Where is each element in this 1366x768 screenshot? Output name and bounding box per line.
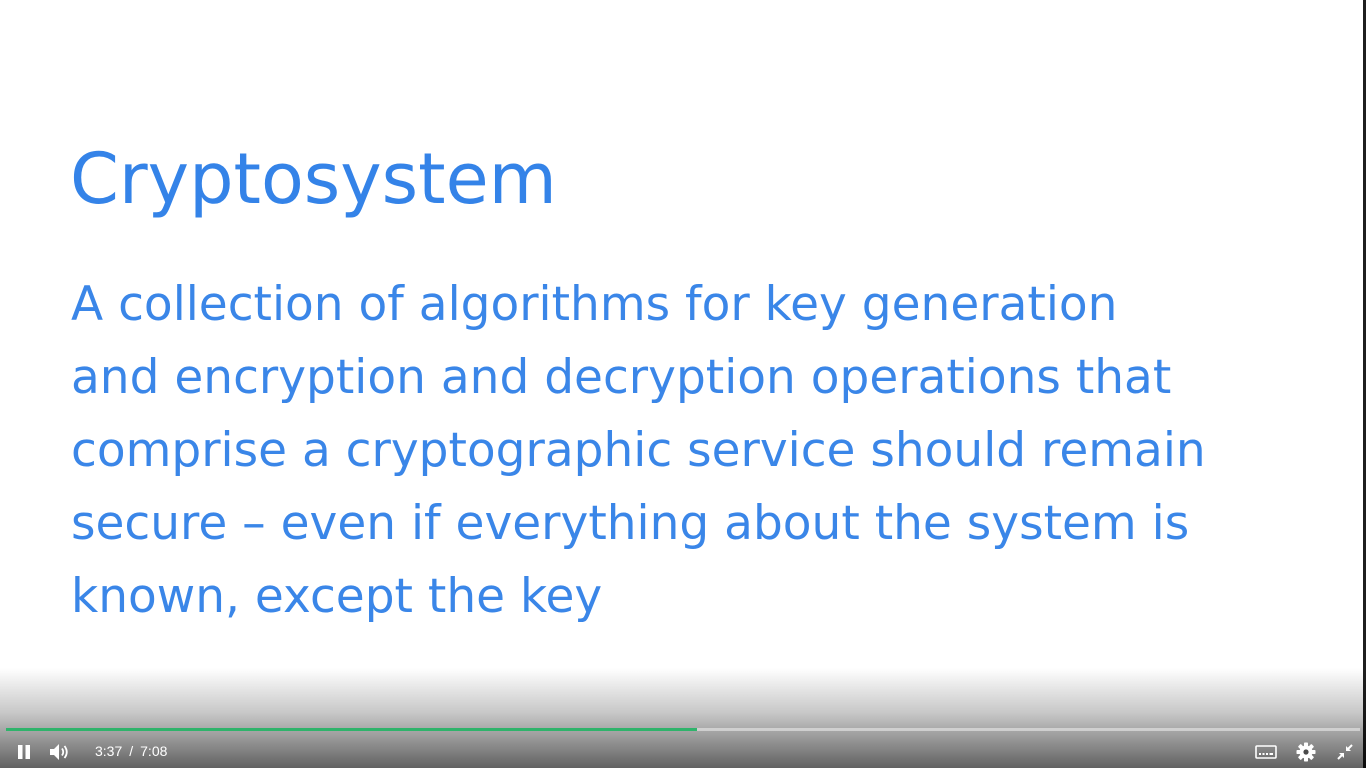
exit-fullscreen-icon [1336, 743, 1354, 761]
settings-button[interactable] [1293, 740, 1319, 764]
captions-icon [1255, 744, 1277, 760]
slide-body-line: and encryption and decryption operations… [71, 350, 1172, 405]
video-player[interactable]: Cryptosystem A collection of algorithms … [0, 0, 1366, 768]
exit-fullscreen-button[interactable] [1332, 740, 1358, 764]
time-display: 3:37 / 7:08 [95, 742, 167, 760]
volume-icon [49, 743, 71, 761]
pause-button[interactable] [11, 740, 37, 764]
video-frame: Cryptosystem A collection of algorithms … [0, 0, 1363, 768]
slide-body-line: comprise a cryptographic service should … [71, 423, 1206, 478]
current-time: 3:37 [95, 743, 123, 759]
slide-body-line: A collection of algorithms for key gener… [71, 277, 1118, 332]
slide-title: Cryptosystem [70, 138, 557, 220]
gear-icon [1296, 742, 1316, 762]
player-controls: 3:37 / 7:08 [0, 728, 1366, 768]
pause-icon [17, 745, 31, 759]
captions-button[interactable] [1253, 740, 1279, 764]
slide-body-line: secure – even if everything about the sy… [71, 496, 1190, 551]
progress-bar[interactable] [6, 728, 1360, 731]
slide-body-line: known, except the key [71, 569, 603, 624]
volume-button[interactable] [47, 740, 73, 764]
duration: 7:08 [140, 743, 168, 759]
slide-body: A collection of algorithms for key gener… [71, 268, 1311, 633]
progress-played [6, 728, 697, 731]
time-separator: / [129, 743, 134, 759]
